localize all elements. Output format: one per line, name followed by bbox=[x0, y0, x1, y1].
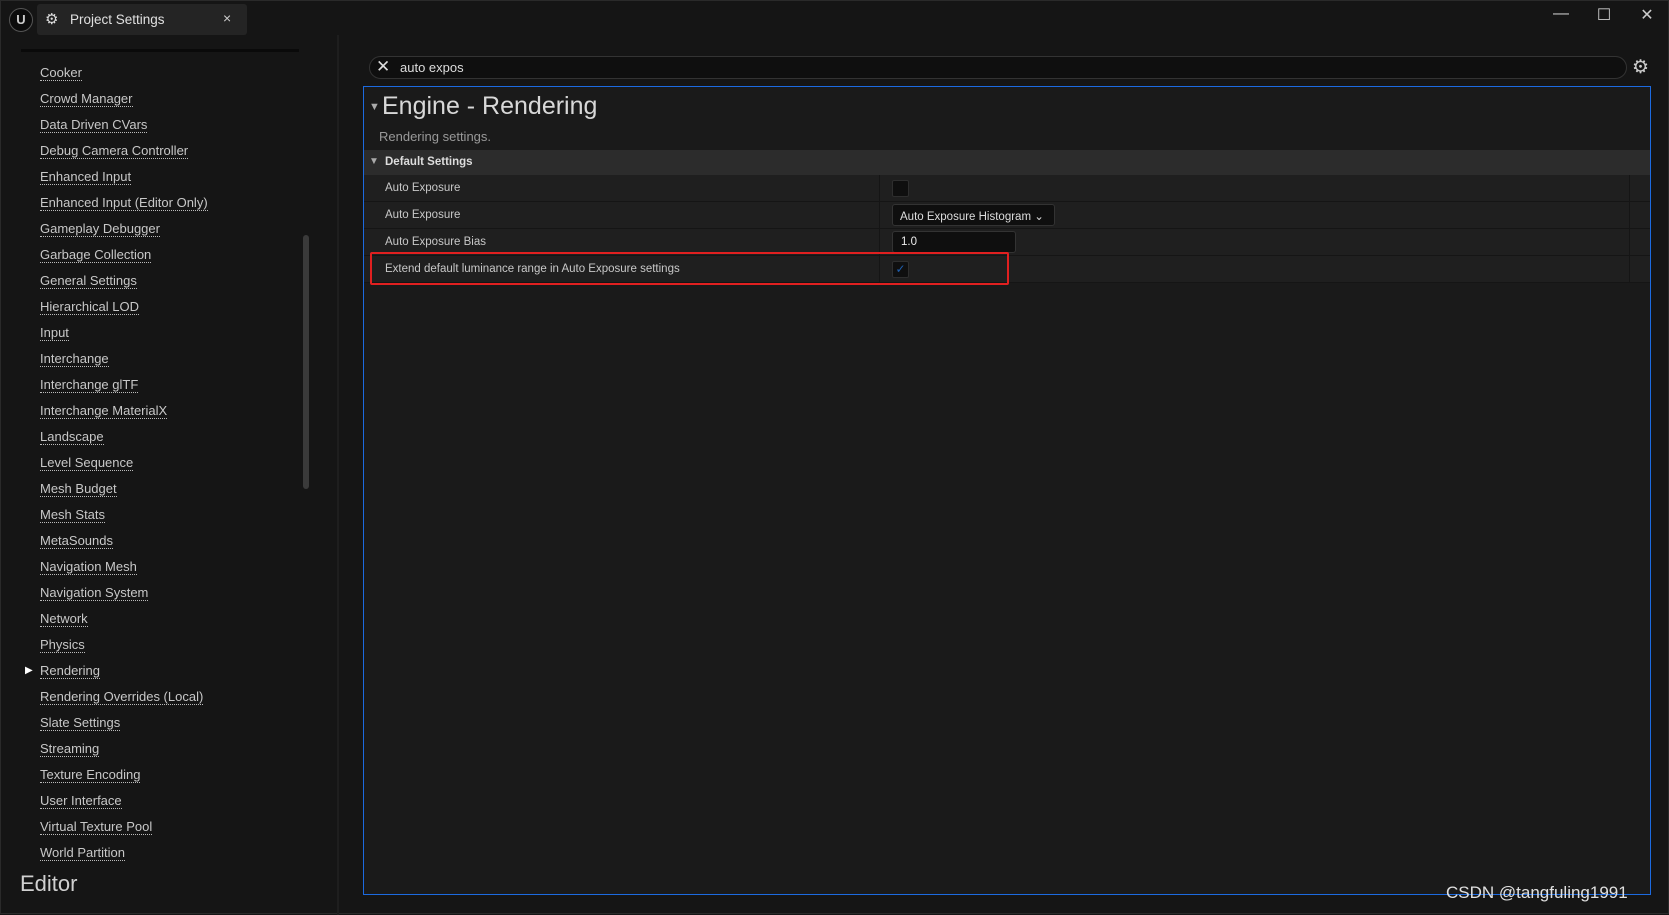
sidebar-item[interactable]: Mesh Budget bbox=[40, 481, 117, 497]
setting-label: Auto Exposure Bias bbox=[385, 236, 487, 248]
collapse-category-icon: ▼ bbox=[369, 156, 379, 167]
auto-exposure-bias-input[interactable]: 1.0 bbox=[892, 231, 1016, 253]
sidebar-item[interactable]: Gameplay Debugger bbox=[40, 221, 160, 237]
auto-exposure-method-dropdown[interactable]: Auto Exposure Histogram ⌄ bbox=[892, 204, 1055, 226]
search-box: ✕ bbox=[369, 56, 1627, 79]
auto-exposure-checkbox[interactable] bbox=[892, 180, 909, 197]
search-input[interactable] bbox=[400, 59, 1600, 76]
tab-project-settings[interactable]: ⚙ Project Settings × bbox=[37, 4, 247, 35]
setting-label: Auto Exposure bbox=[385, 182, 461, 194]
sidebar-item[interactable]: Streaming bbox=[40, 741, 100, 757]
sidebar-item[interactable]: Enhanced Input bbox=[40, 169, 132, 185]
sidebar-item[interactable]: Hierarchical LOD bbox=[40, 299, 139, 315]
category-label: Default Settings bbox=[385, 156, 473, 168]
category-default-settings[interactable]: ▼ Default Settings bbox=[364, 150, 1650, 175]
chevron-down-icon: ⌄ bbox=[1034, 211, 1044, 223]
unreal-logo-icon: U bbox=[9, 8, 33, 32]
collapse-section-icon[interactable]: ▼ bbox=[369, 101, 380, 113]
sidebar-item[interactable]: General Settings bbox=[40, 273, 137, 289]
project-settings-icon: ⚙ bbox=[45, 11, 59, 28]
sidebar-item[interactable]: Network bbox=[40, 611, 88, 627]
sidebar-item[interactable]: Virtual Texture Pool bbox=[40, 819, 153, 835]
sidebar-item[interactable]: User Interface bbox=[40, 793, 122, 809]
sidebar-item[interactable]: Interchange glTF bbox=[40, 377, 139, 393]
sidebar-item[interactable]: Interchange MaterialX bbox=[40, 403, 168, 419]
page-title: Engine - Rendering bbox=[382, 92, 598, 120]
sidebar-item[interactable]: Physics bbox=[40, 637, 85, 653]
sidebar-item[interactable]: Garbage Collection bbox=[40, 247, 152, 263]
section-heading-editor: Editor bbox=[20, 871, 78, 896]
sidebar-scrollbar[interactable] bbox=[303, 235, 309, 489]
sidebar-item[interactable]: MetaSounds bbox=[40, 533, 113, 549]
sidebar-item[interactable]: Interchange bbox=[40, 351, 109, 367]
settings-panel: ▼ Engine - Rendering Rendering settings.… bbox=[363, 86, 1651, 895]
page-subtitle: Rendering settings. bbox=[379, 129, 492, 144]
sidebar-item[interactable]: World Partition bbox=[40, 845, 126, 861]
sidebar-divider bbox=[21, 49, 299, 52]
tab-title: Project Settings bbox=[70, 12, 165, 27]
sidebar-item[interactable]: Navigation System bbox=[40, 585, 149, 601]
sidebar-item[interactable]: Landscape bbox=[40, 429, 104, 445]
highlight-box bbox=[370, 252, 1009, 285]
dropdown-value: Auto Exposure Histogram bbox=[900, 211, 1032, 223]
sidebar-item[interactable]: Input bbox=[40, 325, 69, 341]
watermark: CSDN @tangfuling1991 bbox=[1446, 883, 1628, 902]
sidebar-item[interactable]: Mesh Stats bbox=[40, 507, 106, 523]
sidebar-item[interactable]: Slate Settings bbox=[40, 715, 121, 731]
maximize-button[interactable]: ☐ bbox=[1589, 5, 1619, 25]
settings-sidebar: Cooker Crowd Manager Data Driven CVars Debu… bbox=[1, 49, 337, 915]
sidebar-item[interactable]: Level Sequence bbox=[40, 455, 134, 471]
sidebar-item[interactable]: Rendering bbox=[40, 663, 100, 679]
close-window-button[interactable]: ✕ bbox=[1632, 5, 1662, 25]
clear-search-icon[interactable]: ✕ bbox=[376, 57, 390, 77]
minimize-button[interactable]: — bbox=[1546, 5, 1576, 23]
setting-label: Auto Exposure bbox=[385, 209, 461, 221]
close-tab-button[interactable]: × bbox=[223, 10, 231, 26]
sidebar-item[interactable]: Cooker bbox=[40, 65, 82, 81]
panel-divider bbox=[337, 35, 339, 915]
sidebar-item[interactable]: Debug Camera Controller bbox=[40, 143, 189, 159]
sidebar-item[interactable]: Data Driven CVars bbox=[40, 117, 148, 133]
sidebar-item[interactable]: Navigation Mesh bbox=[40, 559, 137, 575]
selected-arrow-icon: ▶ bbox=[25, 665, 33, 676]
sidebar-item[interactable]: Enhanced Input (Editor Only) bbox=[40, 195, 208, 211]
gear-icon[interactable]: ⚙ bbox=[1632, 56, 1649, 79]
sidebar-item[interactable]: Rendering Overrides (Local) bbox=[40, 689, 204, 705]
sidebar-item[interactable]: Texture Encoding bbox=[40, 767, 141, 783]
setting-row-auto-exposure: Auto Exposure bbox=[364, 175, 1650, 202]
setting-row-auto-exposure-method: Auto Exposure Auto Exposure Histogram ⌄ bbox=[364, 202, 1650, 229]
sidebar-item[interactable]: Crowd Manager bbox=[40, 91, 133, 107]
